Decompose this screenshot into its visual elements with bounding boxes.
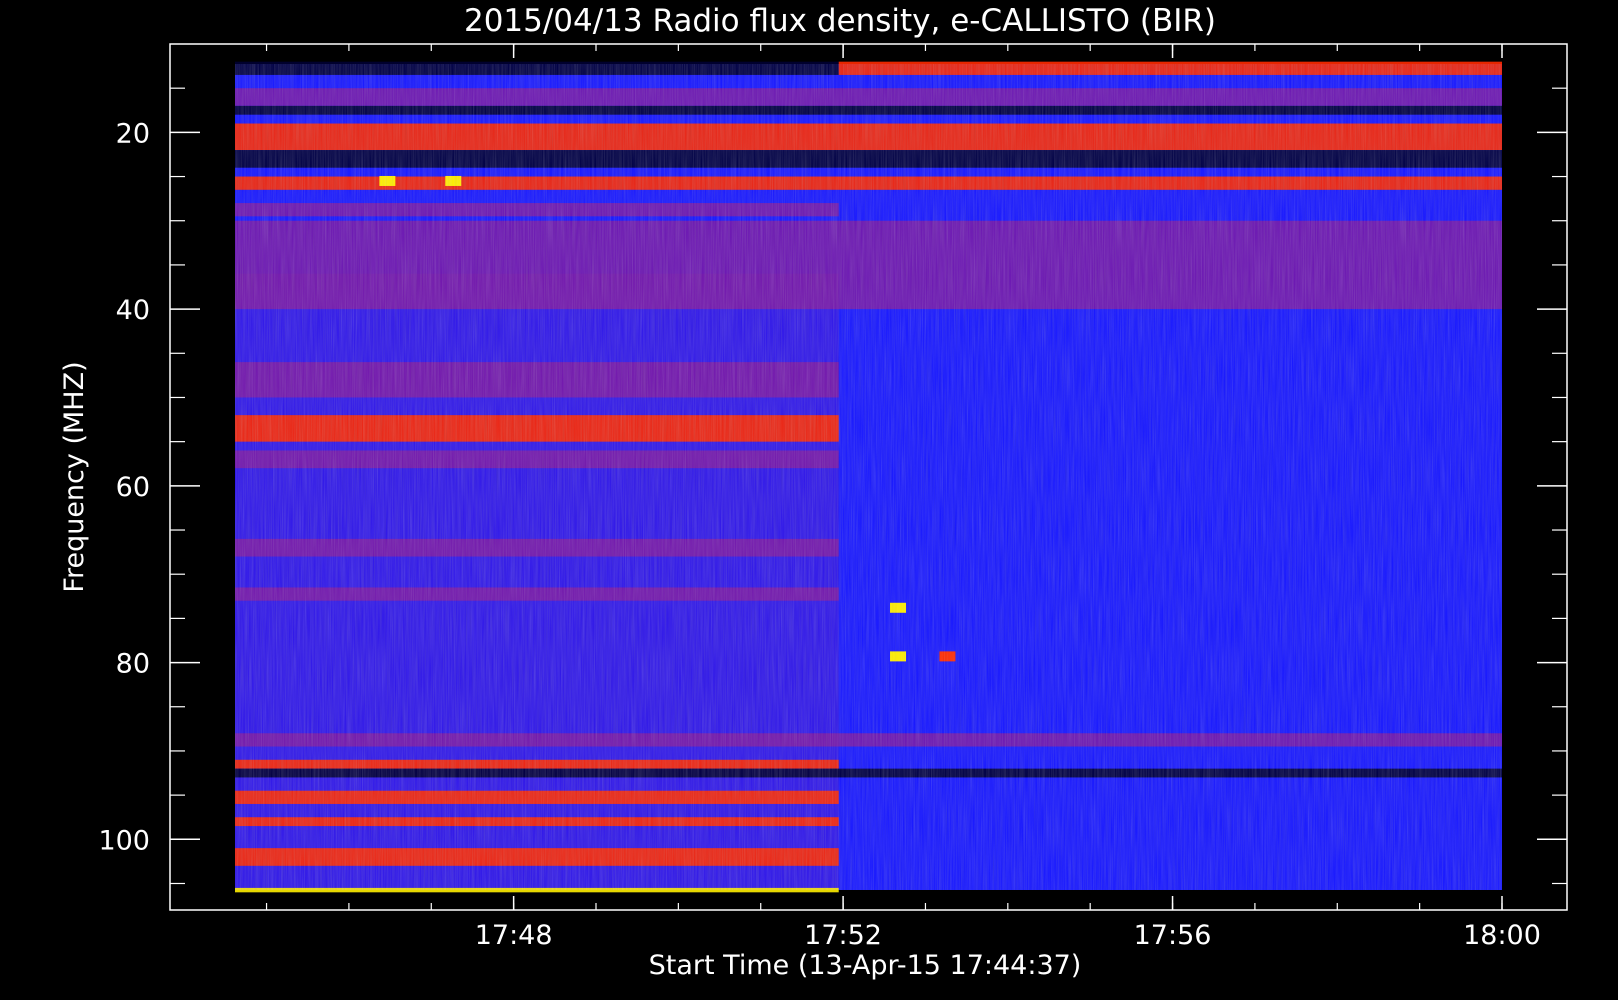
plot-area	[235, 61, 1502, 893]
x-tick-label: 17:52	[804, 920, 882, 951]
x-tick-label: 18:00	[1463, 920, 1541, 951]
y-axis-label: Frequency (MHZ)	[59, 361, 90, 592]
x-axis-label: Start Time (13-Apr-15 17:44:37)	[649, 950, 1082, 981]
heatmap-texture	[235, 64, 1502, 890]
spectrogram-chart: 2015/04/13 Radio flux density, e-CALLIST…	[59, 3, 1568, 981]
y-tick-label: 60	[116, 472, 150, 503]
chart-title: 2015/04/13 Radio flux density, e-CALLIST…	[464, 3, 1216, 39]
x-tick-label: 17:48	[475, 920, 553, 951]
y-tick-label: 20	[116, 118, 150, 149]
y-tick-label: 80	[116, 649, 150, 680]
y-tick-label: 40	[116, 295, 150, 326]
x-tick-label: 17:56	[1134, 920, 1212, 951]
y-tick-label: 100	[98, 825, 150, 856]
